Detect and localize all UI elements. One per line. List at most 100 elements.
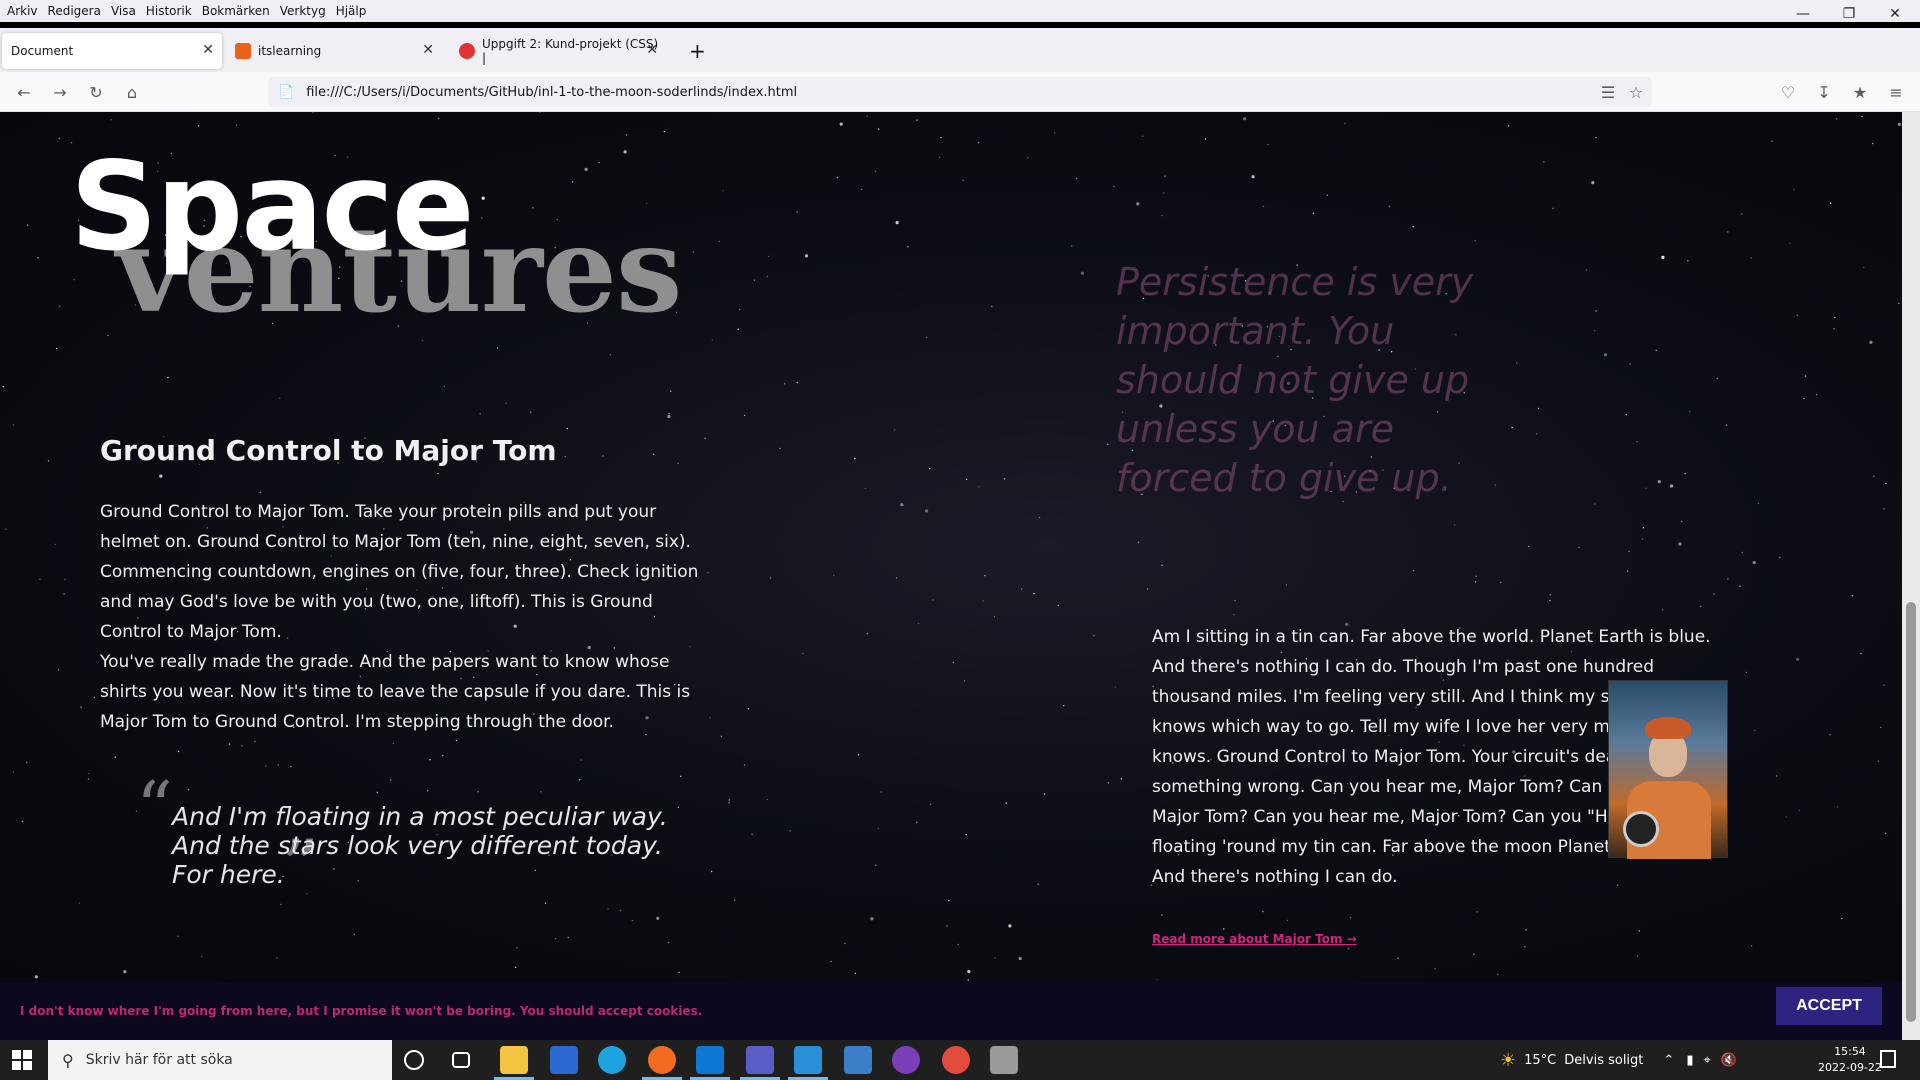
teams-icon[interactable] — [746, 1046, 774, 1074]
file-explorer-icon[interactable] — [500, 1046, 528, 1074]
star — [1511, 426, 1513, 429]
reload-icon[interactable]: ↻ — [84, 80, 108, 104]
pin-icon — [459, 43, 475, 59]
pocket-icon[interactable]: ♡ — [1776, 80, 1800, 104]
section-heading: Ground Control to Major Tom — [100, 434, 557, 467]
menu-verktyg[interactable]: Verktyg — [277, 4, 333, 18]
weather-icon[interactable]: ☀ — [1500, 1050, 1516, 1071]
cookie-message: I don't know where I'm going from here, … — [20, 1004, 703, 1018]
star — [1629, 363, 1631, 365]
menu-bokmarken[interactable]: Bokmärken — [199, 4, 277, 18]
menu-arkiv[interactable]: Arkiv — [4, 4, 45, 18]
taskbar-search-input[interactable]: ⚲ Skriv här för att söka — [48, 1040, 392, 1080]
close-tab-icon[interactable]: ✕ — [422, 42, 434, 58]
star — [1114, 686, 1117, 688]
extensions-icon[interactable]: ★ — [1848, 80, 1872, 104]
tab-uppgift[interactable]: Uppgift 2: Kund-projekt (CSS) | ✕ — [450, 33, 666, 69]
outlook-icon[interactable] — [696, 1046, 724, 1074]
notification-icon[interactable] — [1880, 1050, 1896, 1068]
star — [866, 633, 868, 635]
star — [1312, 212, 1315, 214]
address-bar[interactable]: 📄 file:///C:/Users/i/Documents/GitHub/in… — [268, 77, 1652, 107]
star — [895, 577, 898, 579]
reader-view-icon[interactable]: ☰ — [1596, 80, 1620, 104]
store-icon[interactable] — [550, 1046, 578, 1074]
star — [768, 255, 770, 258]
star — [1549, 599, 1551, 602]
restore-button[interactable]: ❐ — [1826, 0, 1872, 28]
star — [1873, 475, 1875, 477]
star — [1836, 118, 1838, 120]
star — [1752, 561, 1756, 565]
star — [1137, 541, 1140, 543]
menu-hjalp[interactable]: Hjälp — [333, 4, 374, 18]
vscode-icon[interactable] — [794, 1046, 822, 1074]
star — [1803, 397, 1805, 400]
close-tab-icon[interactable]: ✕ — [202, 42, 214, 58]
taskbar-clock[interactable]: 15:54 2022-09-22 — [1818, 1044, 1882, 1076]
star — [929, 803, 932, 805]
scrollbar-thumb[interactable] — [1906, 602, 1916, 1022]
star — [857, 754, 860, 756]
star — [966, 478, 968, 481]
star — [870, 917, 874, 921]
menu-visa[interactable]: Visa — [108, 4, 143, 18]
star — [1163, 192, 1165, 194]
star — [1861, 115, 1863, 118]
tab-document[interactable]: Document ✕ — [2, 33, 222, 69]
chevron-up-icon[interactable]: ⌃ — [1663, 1053, 1674, 1068]
star — [58, 137, 60, 140]
edge-icon[interactable] — [598, 1046, 626, 1074]
star — [290, 765, 292, 768]
forward-arrow-icon[interactable]: → — [48, 80, 72, 104]
star — [1473, 953, 1475, 955]
home-icon[interactable]: ⌂ — [120, 80, 144, 104]
task-view-icon[interactable] — [452, 1052, 470, 1068]
star — [496, 347, 499, 349]
star — [1578, 546, 1580, 549]
star — [1880, 726, 1882, 729]
menu-redigera[interactable]: Redigera — [45, 4, 108, 18]
app-icon[interactable] — [990, 1046, 1018, 1074]
windows-start-icon[interactable] — [12, 1050, 32, 1070]
star — [1516, 362, 1518, 364]
star — [1054, 132, 1056, 134]
bookmark-star-icon[interactable]: ☆ — [1624, 80, 1648, 104]
star — [1497, 973, 1499, 976]
photos-icon[interactable] — [844, 1046, 872, 1074]
star — [836, 176, 839, 179]
new-tab-button[interactable]: + — [680, 33, 710, 69]
page-scrollbar[interactable] — [1902, 112, 1920, 1040]
close-tab-icon[interactable]: ✕ — [646, 42, 658, 58]
star — [1796, 657, 1800, 662]
star — [1638, 930, 1641, 932]
back-arrow-icon[interactable]: ← — [12, 80, 36, 104]
hamburger-menu-icon[interactable]: ≡ — [1884, 80, 1908, 104]
star — [1204, 138, 1207, 140]
star — [1223, 928, 1225, 930]
menu-historik[interactable]: Historik — [143, 4, 199, 18]
close-window-button[interactable]: ✕ — [1872, 0, 1918, 28]
star — [1739, 585, 1741, 587]
tab-bar: Document ✕ itslearning ✕ Uppgift 2: Kund… — [0, 28, 1920, 72]
chrome-icon[interactable] — [942, 1046, 970, 1074]
star — [743, 414, 746, 417]
star — [1161, 214, 1163, 217]
network-icon[interactable]: ⌖ — [1703, 1053, 1710, 1068]
firefox-icon[interactable] — [648, 1046, 676, 1074]
minimize-button[interactable]: — — [1780, 0, 1826, 28]
star — [925, 336, 928, 339]
tab-itslearning[interactable]: itslearning ✕ — [226, 33, 442, 69]
star — [925, 509, 929, 513]
star — [861, 188, 863, 191]
read-more-link[interactable]: Read more about Major Tom → — [1152, 932, 1357, 946]
battery-icon[interactable]: ▮ — [1686, 1053, 1693, 1068]
volume-muted-icon[interactable]: 🔇 — [1721, 1053, 1737, 1068]
github-desktop-icon[interactable] — [892, 1046, 920, 1074]
star — [940, 136, 942, 139]
star — [711, 339, 713, 341]
floating-quote-line-2: And the stars look very different today. — [172, 831, 663, 860]
cortana-icon[interactable] — [404, 1050, 424, 1070]
download-icon[interactable]: ↧ — [1812, 80, 1836, 104]
accept-cookies-button[interactable]: ACCEPT — [1776, 987, 1882, 1025]
